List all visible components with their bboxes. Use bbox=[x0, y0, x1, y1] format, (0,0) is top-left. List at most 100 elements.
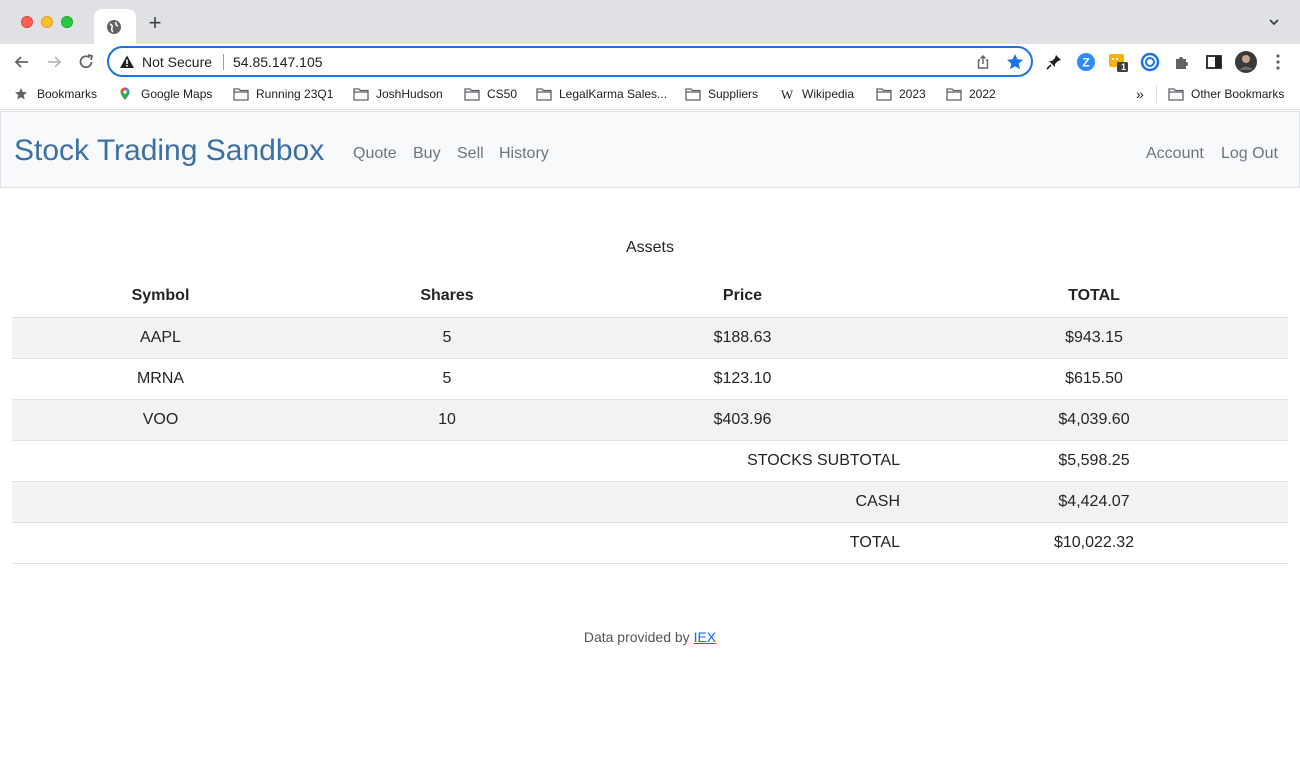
omnibox-divider bbox=[223, 54, 224, 70]
empty-cell bbox=[309, 440, 585, 482]
nav-link-quote[interactable]: Quote bbox=[353, 145, 397, 163]
brand-link[interactable]: Stock Trading Sandbox bbox=[14, 134, 324, 168]
folder-icon bbox=[233, 88, 249, 101]
summary-row-total: TOTAL $10,022.32 bbox=[12, 522, 1288, 564]
browser-tab[interactable] bbox=[94, 9, 136, 44]
globe-icon bbox=[107, 20, 121, 34]
bookmark-label: Suppliers bbox=[708, 87, 759, 101]
bookmarks-overflow-button[interactable]: » bbox=[1136, 85, 1144, 103]
summary-label: TOTAL bbox=[585, 522, 900, 564]
price-cell: $403.96 bbox=[585, 399, 900, 441]
kebab-menu-icon[interactable] bbox=[1268, 52, 1288, 72]
bookmarks-divider bbox=[1156, 85, 1157, 103]
bookmark-label: CS50 bbox=[487, 87, 518, 101]
empty-cell bbox=[309, 481, 585, 523]
puzzle-extensions-icon[interactable] bbox=[1172, 52, 1192, 72]
warning-icon[interactable] bbox=[119, 54, 135, 70]
bookmark-star-icon[interactable] bbox=[1005, 52, 1025, 72]
total-cell: $4,039.60 bbox=[900, 399, 1288, 441]
total-cell: $943.15 bbox=[900, 317, 1288, 359]
bookmark-label: Google Maps bbox=[141, 87, 213, 101]
svg-text:W: W bbox=[781, 87, 794, 101]
folder-icon bbox=[1168, 88, 1184, 101]
reload-icon[interactable] bbox=[76, 52, 96, 72]
bookmark-label: Other Bookmarks bbox=[1191, 87, 1285, 101]
svg-text:Z: Z bbox=[1082, 56, 1089, 70]
address-bar[interactable]: Not Secure 54.85.147.105 bbox=[107, 46, 1033, 77]
folder-icon bbox=[876, 88, 892, 101]
nav-link-account[interactable]: Account bbox=[1146, 145, 1204, 163]
extension-badge: 1 bbox=[1121, 62, 1127, 72]
maps-pin-icon bbox=[120, 87, 130, 100]
page-title: Assets bbox=[625, 239, 674, 256]
folder-icon bbox=[536, 88, 552, 101]
bookmark-label: Bookmarks bbox=[37, 87, 98, 101]
nav-link-buy[interactable]: Buy bbox=[413, 145, 441, 163]
bookmark-label: 2022 bbox=[969, 87, 996, 101]
bookmarks-bar: Bookmarks Google Maps Running 23Q1 JoshH… bbox=[0, 80, 1300, 110]
grammarly-icon[interactable] bbox=[1140, 52, 1160, 72]
column-header-shares: Shares bbox=[309, 276, 585, 318]
back-arrow-icon[interactable] bbox=[12, 52, 32, 72]
table-row: VOO 10 $403.96 $4,039.60 bbox=[12, 399, 1288, 441]
minimize-window-button[interactable] bbox=[41, 16, 53, 28]
empty-cell bbox=[12, 481, 309, 523]
summary-row-subtotal: STOCKS SUBTOTAL $5,598.25 bbox=[12, 440, 1288, 482]
table-row: MRNA 5 $123.10 $615.50 bbox=[12, 358, 1288, 400]
footer-text: Data provided by bbox=[583, 629, 690, 645]
chevron-down-icon[interactable] bbox=[1268, 16, 1280, 28]
shares-cell: 5 bbox=[309, 358, 585, 400]
column-header-total: TOTAL bbox=[900, 276, 1288, 318]
summary-row-cash: CASH $4,424.07 bbox=[12, 481, 1288, 523]
price-cell: $123.10 bbox=[585, 358, 900, 400]
column-header-symbol: Symbol bbox=[12, 276, 309, 318]
shares-cell: 10 bbox=[309, 399, 585, 441]
maximize-window-button[interactable] bbox=[61, 16, 73, 28]
folder-icon bbox=[353, 88, 369, 101]
summary-value: $5,598.25 bbox=[900, 440, 1288, 482]
folder-icon bbox=[464, 88, 480, 101]
nav-link-logout[interactable]: Log Out bbox=[1221, 145, 1278, 163]
empty-cell bbox=[309, 522, 585, 564]
bookmark-label: 2023 bbox=[899, 87, 926, 101]
bookmark-label: Wikipedia bbox=[802, 87, 855, 101]
site-navbar: Stock Trading Sandbox Quote Buy Sell His… bbox=[0, 111, 1300, 188]
summary-value: $10,022.32 bbox=[900, 522, 1288, 564]
bookmark-label: LegalKarma Sales... bbox=[559, 87, 668, 101]
summary-value: $4,424.07 bbox=[900, 481, 1288, 523]
empty-cell bbox=[12, 440, 309, 482]
profile-avatar[interactable] bbox=[1234, 50, 1258, 74]
share-icon[interactable] bbox=[975, 54, 991, 70]
browser-tabstrip: + bbox=[0, 0, 1300, 44]
empty-cell bbox=[12, 522, 309, 564]
iex-link[interactable]: IEX bbox=[694, 629, 717, 645]
pin-icon[interactable] bbox=[1044, 52, 1064, 72]
close-window-button[interactable] bbox=[21, 16, 33, 28]
summary-label: STOCKS SUBTOTAL bbox=[585, 440, 900, 482]
folder-icon bbox=[685, 88, 701, 101]
zoom-extension-icon[interactable]: Z bbox=[1076, 52, 1096, 72]
symbol-cell: MRNA bbox=[12, 358, 309, 400]
forward-arrow-icon[interactable] bbox=[44, 52, 64, 72]
nav-link-sell[interactable]: Sell bbox=[457, 145, 484, 163]
symbol-cell: AAPL bbox=[12, 317, 309, 359]
browser-toolbar: Not Secure 54.85.147.105 Z 1 bbox=[0, 44, 1300, 80]
sheets-extension-icon[interactable]: 1 bbox=[1108, 52, 1128, 72]
url-text[interactable]: 54.85.147.105 bbox=[233, 54, 323, 70]
footer: Data provided by IEX bbox=[0, 629, 1300, 645]
star-icon bbox=[15, 88, 27, 100]
table-header-row: Symbol Shares Price TOTAL bbox=[12, 276, 1288, 318]
new-tab-button[interactable]: + bbox=[145, 12, 165, 34]
shares-cell: 5 bbox=[309, 317, 585, 359]
wikipedia-icon: W bbox=[781, 87, 794, 101]
bookmark-label: Running 23Q1 bbox=[256, 87, 334, 101]
nav-link-history[interactable]: History bbox=[499, 145, 549, 163]
table-row: AAPL 5 $188.63 $943.15 bbox=[12, 317, 1288, 359]
column-header-price: Price bbox=[585, 276, 900, 318]
folder-icon bbox=[946, 88, 962, 101]
security-status[interactable]: Not Secure bbox=[142, 54, 212, 70]
side-panel-icon[interactable] bbox=[1204, 52, 1224, 72]
symbol-cell: VOO bbox=[12, 399, 309, 441]
price-cell: $188.63 bbox=[585, 317, 900, 359]
summary-label: CASH bbox=[585, 481, 900, 523]
